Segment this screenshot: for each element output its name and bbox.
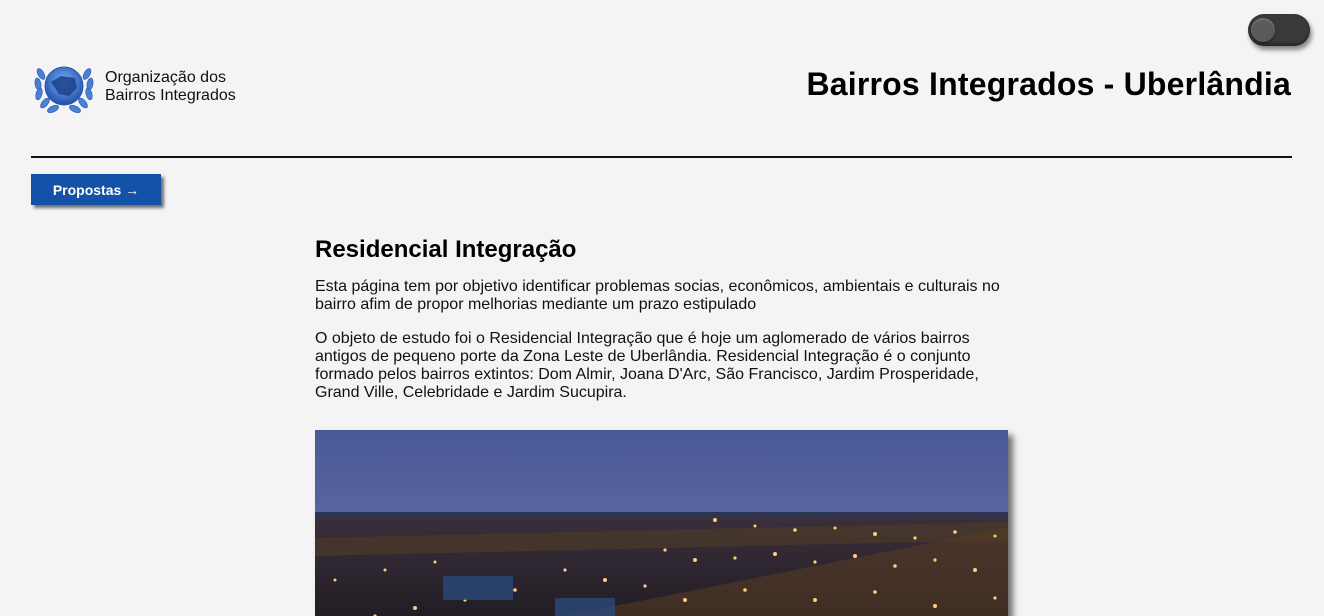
theme-toggle[interactable]: [1248, 14, 1310, 46]
main-content: Residencial Integração Esta página tem p…: [315, 236, 1015, 418]
propostas-button[interactable]: Propostas →: [31, 174, 161, 205]
org-name-line2: Bairros Integrados: [105, 87, 236, 104]
neighborhood-night-photo: [315, 430, 1008, 616]
org-name: Organização dos Bairros Integrados: [105, 69, 236, 105]
toggle-knob: [1251, 18, 1275, 42]
page: Organização dos Bairros Integrados Bairr…: [0, 0, 1324, 616]
intro-paragraph: Esta página tem por objetivo identificar…: [315, 278, 1000, 313]
study-paragraph: O objeto de estudo foi o Residencial Int…: [315, 330, 979, 401]
page-heading: Residencial Integração: [315, 236, 577, 263]
brand[interactable]: Organização dos Bairros Integrados: [31, 56, 236, 118]
org-name-line1: Organização dos: [105, 69, 226, 86]
laurel-logo-icon: [34, 66, 94, 114]
city-night-image: [315, 430, 1008, 616]
header-divider: [31, 156, 1292, 158]
site-title: Bairros Integrados - Uberlândia: [806, 66, 1291, 102]
